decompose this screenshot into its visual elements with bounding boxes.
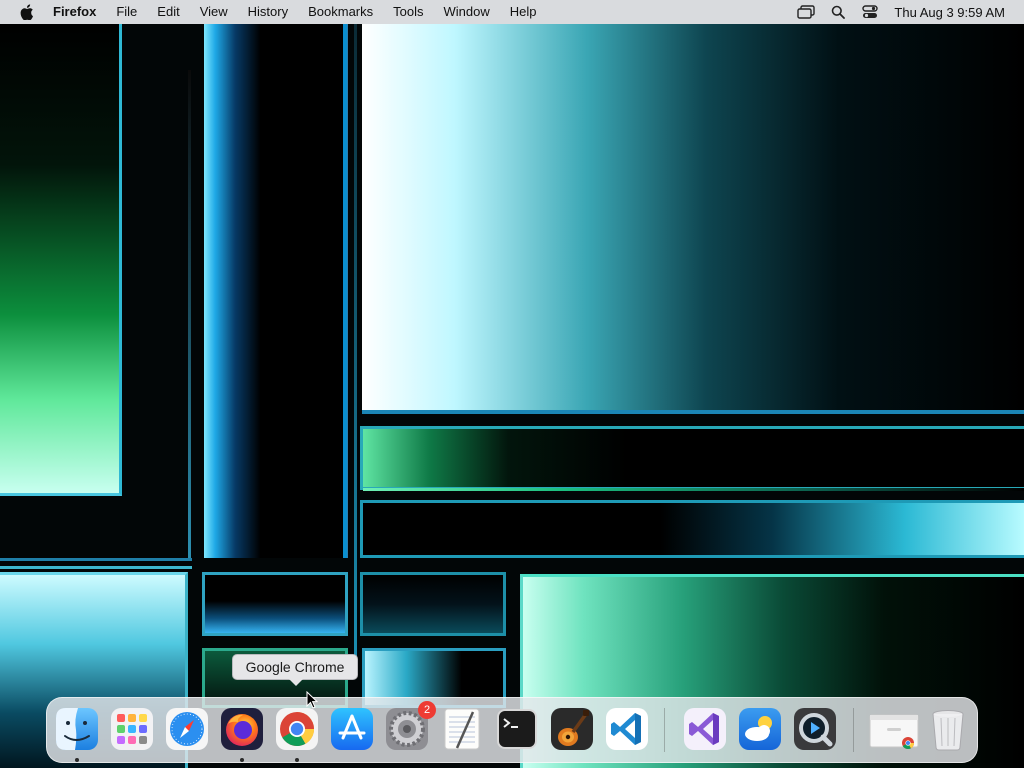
- menu-bar: Firefox File Edit View History Bookmarks…: [0, 0, 1024, 24]
- finder-icon: [56, 708, 98, 750]
- screen-mirroring-icon[interactable]: [796, 4, 816, 20]
- dock-safari[interactable]: [164, 706, 210, 752]
- dock-separator: [664, 708, 665, 752]
- vscode-icon: [606, 708, 648, 750]
- dock-system-settings[interactable]: 2: [384, 701, 436, 752]
- menu-file[interactable]: File: [106, 0, 147, 24]
- apple-menu-icon[interactable]: [19, 4, 35, 20]
- dock-visual-studio-code[interactable]: [604, 706, 650, 752]
- textedit-icon: [444, 708, 480, 750]
- running-indicator: [295, 758, 299, 762]
- dock-quicktime-player[interactable]: [792, 706, 838, 752]
- visual-studio-icon: [684, 708, 726, 750]
- menu-bookmarks[interactable]: Bookmarks: [298, 0, 383, 24]
- desktop-wallpaper: [0, 0, 1024, 768]
- dock-minimized-chrome-window[interactable]: [869, 706, 919, 752]
- dock-finder[interactable]: [54, 706, 100, 762]
- menu-view[interactable]: View: [190, 0, 238, 24]
- mouse-pointer-icon: [306, 691, 318, 709]
- dock-visual-studio[interactable]: [682, 706, 728, 752]
- dock: 2: [46, 697, 978, 763]
- menu-window[interactable]: Window: [434, 0, 500, 24]
- control-center-icon[interactable]: [860, 4, 880, 20]
- dock-weather[interactable]: [737, 706, 783, 752]
- running-indicator: [240, 758, 244, 762]
- dock-terminal[interactable]: [494, 706, 540, 752]
- app-store-icon: [331, 708, 373, 750]
- dock-google-chrome[interactable]: [274, 706, 320, 762]
- dock-garageband[interactable]: [549, 706, 595, 752]
- dock-launchpad[interactable]: [109, 706, 155, 752]
- weather-cloud-sun-icon: [739, 708, 781, 750]
- chrome-window-thumbnail-icon: [869, 714, 919, 750]
- menu-edit[interactable]: Edit: [147, 0, 189, 24]
- safari-icon: [166, 708, 208, 750]
- trash-icon: [932, 710, 964, 751]
- menu-history[interactable]: History: [238, 0, 298, 24]
- firefox-icon: [221, 708, 263, 750]
- menu-help[interactable]: Help: [500, 0, 547, 24]
- terminal-icon: [497, 709, 537, 749]
- chrome-icon: [276, 708, 318, 750]
- launchpad-icon: [111, 708, 153, 750]
- garageband-guitar-icon: [551, 708, 593, 750]
- menu-tools[interactable]: Tools: [383, 0, 433, 24]
- dock-textedit[interactable]: [439, 706, 485, 752]
- dock-firefox[interactable]: [219, 706, 265, 762]
- dock-tooltip: Google Chrome: [232, 654, 358, 686]
- spotlight-search-icon[interactable]: [828, 4, 848, 20]
- dock-trash[interactable]: [925, 706, 971, 752]
- notification-badge: 2: [418, 701, 436, 719]
- running-indicator: [75, 758, 79, 762]
- dock-separator: [853, 708, 854, 752]
- dock-app-store[interactable]: [329, 706, 375, 752]
- quicktime-icon: [794, 708, 836, 750]
- dock-tooltip-label: Google Chrome: [245, 659, 345, 675]
- menu-bar-clock[interactable]: Thu Aug 3 9:59 AM: [886, 5, 1024, 20]
- menu-app-firefox[interactable]: Firefox: [53, 0, 106, 24]
